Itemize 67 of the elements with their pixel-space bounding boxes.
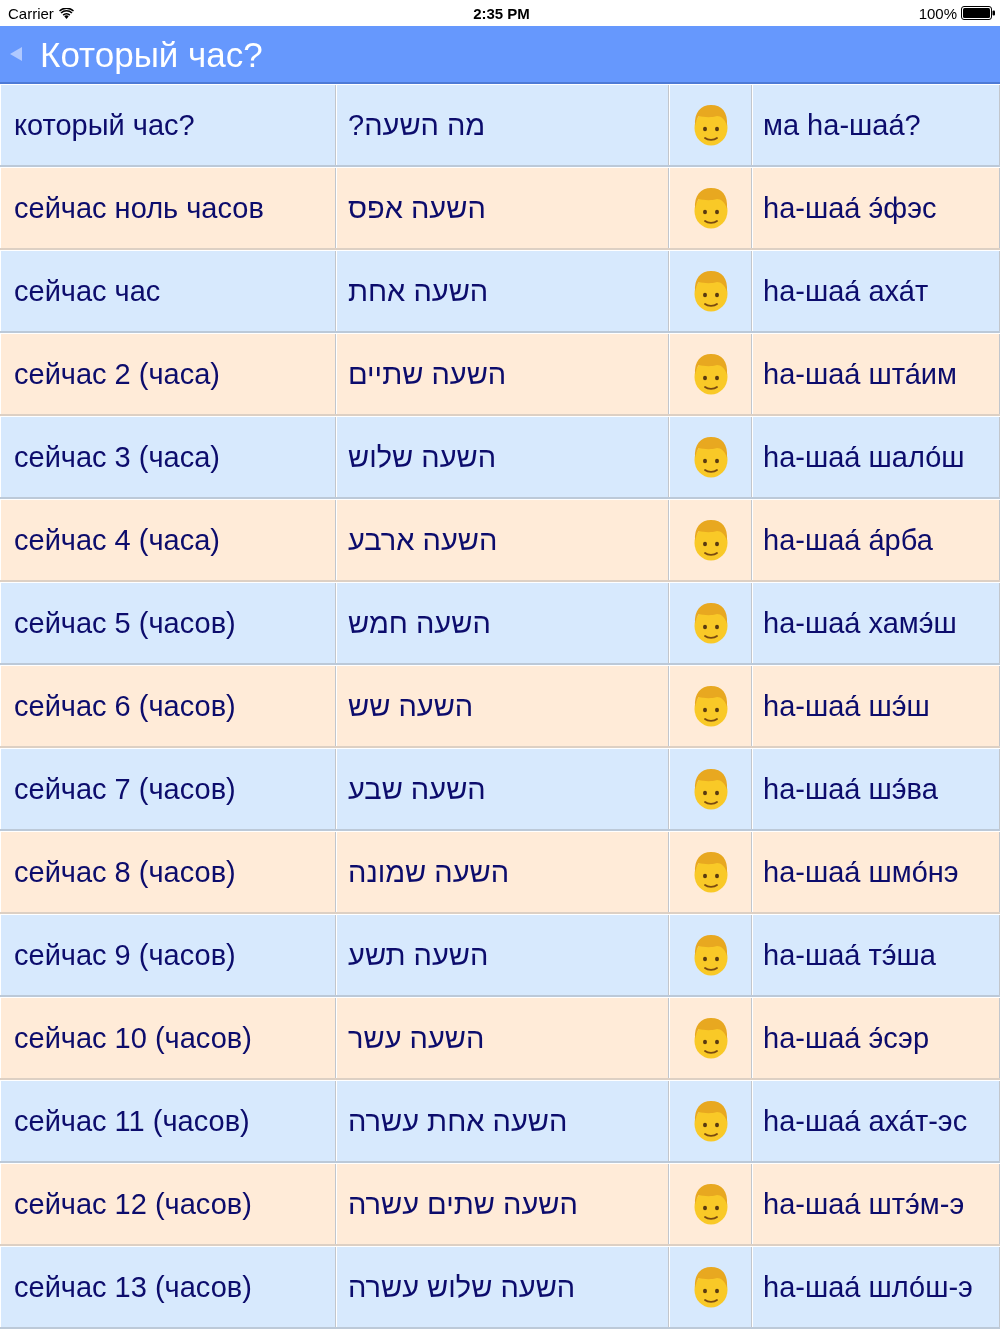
transliteration-cell: hа-шаа́ шта́им xyxy=(752,334,1000,414)
hebrew-phrase-cell: השעה אחת xyxy=(336,251,669,331)
hebrew-phrase-cell: השעה שלוש עשרה xyxy=(336,1247,669,1327)
man-face-emoji-icon xyxy=(692,187,729,229)
russian-phrase-cell: сейчас 6 (часов) xyxy=(0,666,336,746)
man-face-emoji-icon xyxy=(692,685,729,727)
russian-phrase-cell: сейчас 8 (часов) xyxy=(0,832,336,912)
russian-phrase-cell: сейчас ноль часов xyxy=(0,168,336,248)
russian-phrase-cell: сейчас 5 (часов) xyxy=(0,583,336,663)
russian-phrase-cell: сейчас 13 (часов) xyxy=(0,1247,336,1327)
hebrew-phrase-cell: השעה אחת עשרה xyxy=(336,1081,669,1161)
man-face-emoji-icon xyxy=(692,104,729,146)
hebrew-phrase-cell: מה השעה? xyxy=(336,85,669,165)
russian-phrase-cell: который час? xyxy=(0,85,336,165)
transliteration-cell: hа-шаа́ э́сэр xyxy=(752,998,1000,1078)
russian-phrase-cell: сейчас 7 (часов) xyxy=(0,749,336,829)
hebrew-phrase-cell: השעה תשע xyxy=(336,915,669,995)
russian-phrase-cell: сейчас 4 (часа) xyxy=(0,500,336,580)
transliteration-cell: hа-шаа́ а́рба xyxy=(752,500,1000,580)
russian-phrase-cell: сейчас 10 (часов) xyxy=(0,998,336,1078)
battery-icon xyxy=(961,6,995,20)
transliteration-cell: hа-шаа́ аха́т xyxy=(752,251,1000,331)
man-face-emoji-icon xyxy=(692,270,729,312)
russian-phrase-cell: сейчас 11 (часов) xyxy=(0,1081,336,1161)
transliteration-cell: hа-шаа́ тэ́ша xyxy=(752,915,1000,995)
russian-phrase-cell: сейчас час xyxy=(0,251,336,331)
man-face-emoji-icon xyxy=(692,934,729,976)
screen-title: Который час? xyxy=(40,36,263,72)
back-arrow-icon[interactable] xyxy=(10,47,22,61)
man-face-emoji-icon xyxy=(692,353,729,395)
hebrew-phrase-cell: השעה שמונה xyxy=(336,832,669,912)
hebrew-phrase-cell: השעה ארבע xyxy=(336,500,669,580)
wifi-icon xyxy=(58,7,74,19)
hebrew-phrase-cell: השעה שלוש xyxy=(336,417,669,497)
hebrew-phrase-cell: השעה עשר xyxy=(336,998,669,1078)
man-face-emoji-icon xyxy=(692,1017,729,1059)
russian-phrase-cell: сейчас 2 (часа) xyxy=(0,334,336,414)
man-face-emoji-icon xyxy=(692,1266,729,1308)
transliteration-cell: hа-шаа́ хамэ́ш xyxy=(752,583,1000,663)
man-face-emoji-icon xyxy=(692,1183,729,1225)
russian-phrase-cell: сейчас 9 (часов) xyxy=(0,915,336,995)
hebrew-phrase-cell: השעה שתים עשרה xyxy=(336,1164,669,1244)
hebrew-phrase-cell: השעה שש xyxy=(336,666,669,746)
transliteration-cell: hа-шаа́ шло́ш-э xyxy=(752,1247,1000,1327)
man-face-emoji-icon xyxy=(692,602,729,644)
carrier-name: Carrier xyxy=(8,4,54,22)
hebrew-phrase-cell: השעה חמש xyxy=(336,583,669,663)
man-face-emoji-icon xyxy=(692,519,729,561)
hebrew-phrase-cell: השעה שתיים xyxy=(336,334,669,414)
man-face-emoji-icon xyxy=(692,768,729,810)
transliteration-cell: hа-шаа́ э́фэс xyxy=(752,168,1000,248)
battery-percent: 100% xyxy=(918,4,957,22)
transliteration-cell: hа-шаа́ шмо́нэ xyxy=(752,832,1000,912)
transliteration-cell: ма hа-шаа́? xyxy=(752,85,1000,165)
hebrew-phrase-cell: השעה אפס xyxy=(336,168,669,248)
russian-phrase-cell: сейчас 12 (часов) xyxy=(0,1164,336,1244)
man-face-emoji-icon xyxy=(692,851,729,893)
transliteration-cell: hа-шаа́ аха́т-эс xyxy=(752,1081,1000,1161)
man-face-emoji-icon xyxy=(692,1100,729,1142)
transliteration-cell: hа-шаа́ шэ́ва xyxy=(752,749,1000,829)
man-face-emoji-icon xyxy=(692,436,729,478)
hebrew-phrase-cell: השעה שבע xyxy=(336,749,669,829)
status-time: 2:35 PM xyxy=(473,4,530,22)
transliteration-cell: hа-шаа́ шало́ш xyxy=(752,417,1000,497)
russian-phrase-cell: сейчас 3 (часа) xyxy=(0,417,336,497)
transliteration-cell: hа-шаа́ штэ́м-э xyxy=(752,1164,1000,1244)
transliteration-cell: hа-шаа́ шэ́ш xyxy=(752,666,1000,746)
